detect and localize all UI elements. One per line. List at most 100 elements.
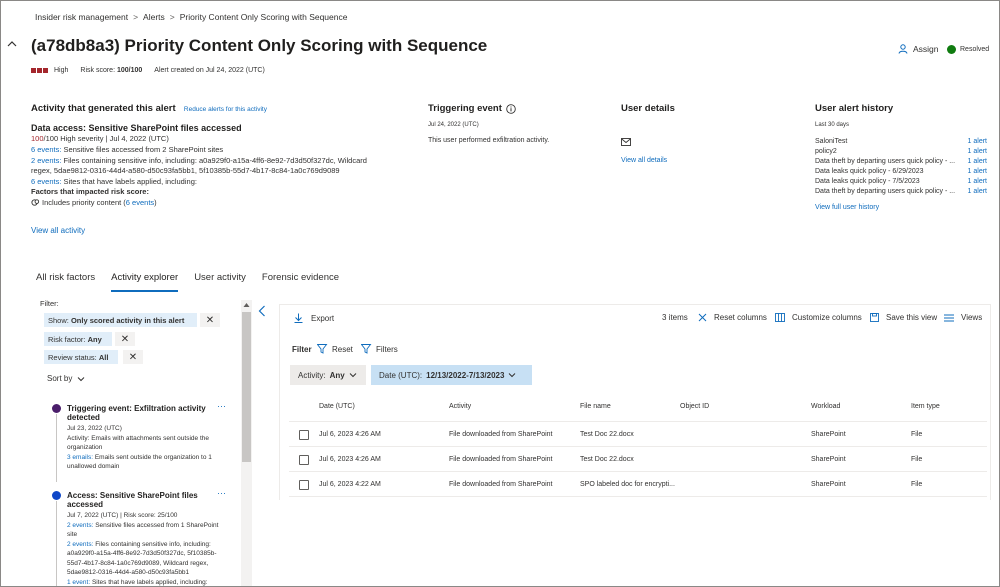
event-date: Jul 7, 2022 (UTC) | Risk score: 25/100 (67, 512, 178, 519)
activity-filter-chip[interactable]: Activity: Any (290, 365, 366, 385)
history-alert-count[interactable]: 1 alert (968, 147, 987, 157)
close-icon[interactable]: ✕ (115, 332, 135, 346)
row-checkbox[interactable] (299, 430, 309, 440)
table-row[interactable]: Jul 6, 2023 4:26 AM File downloaded from… (289, 422, 987, 447)
more-options-icon[interactable]: ··· (217, 401, 226, 411)
export-button[interactable]: Export (294, 313, 334, 323)
reset-filters-button[interactable]: Reset (317, 344, 353, 354)
events-link[interactable]: 2 events: (67, 541, 93, 548)
timeline-event[interactable]: Access: Sensitive SharePoint files acces… (67, 491, 219, 586)
cell-workload: SharePoint (811, 481, 846, 488)
filter-pill-risk-factor[interactable]: Risk factor: Any (44, 332, 112, 346)
chevron-left-icon[interactable] (258, 305, 266, 317)
assign-button[interactable]: Assign (898, 44, 939, 54)
tab-bar: All risk factors Activity explorer User … (36, 272, 339, 292)
chevron-down-icon (509, 373, 516, 378)
breadcrumb-alerts[interactable]: Alerts (143, 12, 165, 22)
events-link[interactable]: 6 events: (31, 177, 61, 186)
reduce-alerts-link[interactable]: Reduce alerts for this activity (184, 106, 267, 113)
filter-icon (361, 344, 372, 354)
event-detail: Activity: Emails with attachments sent o… (67, 434, 209, 442)
view-all-activity-link[interactable]: View all activity (31, 226, 85, 235)
history-range: Last 30 days (815, 122, 850, 128)
column-header-date[interactable]: Date (UTC) (319, 403, 355, 410)
reset-label: Reset (332, 344, 353, 354)
timeline-line (56, 414, 57, 482)
activity-detail-text: Sensitive files accessed from 2 SharePoi… (61, 145, 224, 154)
cell-workload: SharePoint (811, 456, 846, 463)
views-label: Views (961, 313, 983, 322)
filters-button[interactable]: Filters (361, 344, 398, 354)
event-detail-text: Sites that have labels applied, includin… (90, 578, 208, 586)
row-checkbox[interactable] (299, 480, 309, 490)
tab-user-activity[interactable]: User activity (194, 272, 246, 292)
close-icon[interactable]: ✕ (123, 350, 143, 364)
info-icon[interactable] (506, 103, 516, 114)
timeline-scrollbar[interactable] (241, 300, 252, 586)
view-all-details-link[interactable]: View all details (621, 157, 667, 164)
triggering-event-section: Triggering event (428, 103, 516, 114)
events-link[interactable]: 1 event: (67, 579, 90, 586)
tab-all-risk-factors[interactable]: All risk factors (36, 272, 95, 292)
more-options-icon[interactable]: ··· (217, 488, 226, 498)
reset-columns-button[interactable]: Reset columns (698, 313, 767, 322)
export-label: Export (311, 313, 335, 323)
date-filter-chip[interactable]: Date (UTC): 12/13/2022-7/13/2023 (371, 365, 532, 385)
event-title: detected (67, 413, 100, 422)
save-view-button[interactable]: Save this view (870, 313, 937, 322)
breadcrumb: Insider risk management > Alerts > Priority … (35, 12, 347, 22)
history-alert-count[interactable]: 1 alert (968, 177, 987, 187)
risk-score-value: 100/100 (116, 67, 143, 74)
column-header-workload[interactable]: Workload (811, 403, 840, 410)
history-alert-count[interactable]: 1 alert (968, 167, 987, 177)
events-link[interactable]: 6 events: (31, 145, 61, 154)
tab-activity-explorer[interactable]: Activity explorer (111, 272, 179, 292)
column-header-item-type[interactable]: Item type (911, 403, 940, 410)
event-detail-text: Sensitive files accessed from 1 SharePoi… (93, 521, 219, 529)
view-full-history-link[interactable]: View full user history (815, 204, 879, 211)
column-header-object-id[interactable]: Object ID (680, 403, 709, 410)
save-icon (870, 313, 879, 322)
column-header-file-name[interactable]: File name (580, 403, 611, 410)
tab-forensic-evidence[interactable]: Forensic evidence (262, 272, 339, 292)
row-checkbox[interactable] (299, 455, 309, 465)
events-link[interactable]: 2 events: (31, 156, 61, 165)
filter-row-label: Filter (292, 345, 312, 354)
pill-value: Any (87, 334, 102, 344)
priority-events-link[interactable]: 6 events (126, 198, 154, 209)
cell-item-type: File (911, 431, 923, 438)
table-row[interactable]: Jul 6, 2023 4:26 AM File downloaded from… (289, 447, 987, 472)
resolved-status-icon (947, 45, 956, 54)
activity-heading: Activity that generated this alert (31, 103, 176, 114)
chip-value: Any (329, 370, 345, 380)
events-link[interactable]: 2 events: (67, 522, 93, 529)
table-row[interactable]: Jul 6, 2023 4:22 AM File downloaded from… (289, 472, 987, 497)
timeline-dot-icon (52, 491, 61, 500)
views-button[interactable]: Views (944, 313, 982, 322)
cell-date: Jul 6, 2023 4:26 AM (319, 431, 381, 438)
mail-icon[interactable] (621, 138, 631, 146)
close-icon[interactable]: ✕ (200, 313, 220, 327)
emails-link[interactable]: 3 emails: (67, 454, 93, 461)
event-detail: 3 emails: Emails sent outside the organi… (67, 453, 212, 463)
timeline-event[interactable]: Triggering event: Exfiltration activity … (67, 404, 212, 472)
event-detail: organization (67, 444, 103, 451)
activity-detail-text: Files containing sensitive info, includi… (61, 155, 367, 165)
breadcrumb-irm[interactable]: Insider risk management (35, 12, 128, 22)
scroll-thumb[interactable] (242, 312, 251, 462)
activity-detail-text: regex, 5dae9812-0316-44d4-a580-d50c93fa5… (31, 166, 340, 175)
filter-pill-show[interactable]: Show: Only scored activity in this alert (44, 313, 197, 327)
download-icon (294, 313, 303, 323)
chevron-up-icon[interactable] (7, 39, 17, 49)
user-details-heading: User details (621, 103, 675, 114)
scroll-up-icon[interactable] (243, 302, 250, 308)
sort-by-dropdown[interactable]: Sort by (47, 374, 85, 383)
customize-columns-button[interactable]: Customize columns (775, 313, 862, 322)
filter-pill-review-status[interactable]: Review status: All (44, 350, 118, 364)
column-header-activity[interactable]: Activity (449, 403, 471, 410)
history-alert-count[interactable]: 1 alert (968, 187, 987, 197)
activity-detail-line: regex, 5dae9812-0316-44d4-a580-d50c93fa5… (31, 166, 367, 177)
event-title: Triggering event: Exfiltration activity (67, 404, 206, 413)
history-alert-count[interactable]: 1 alert (968, 157, 987, 167)
history-alert-count[interactable]: 1 alert (968, 137, 987, 147)
